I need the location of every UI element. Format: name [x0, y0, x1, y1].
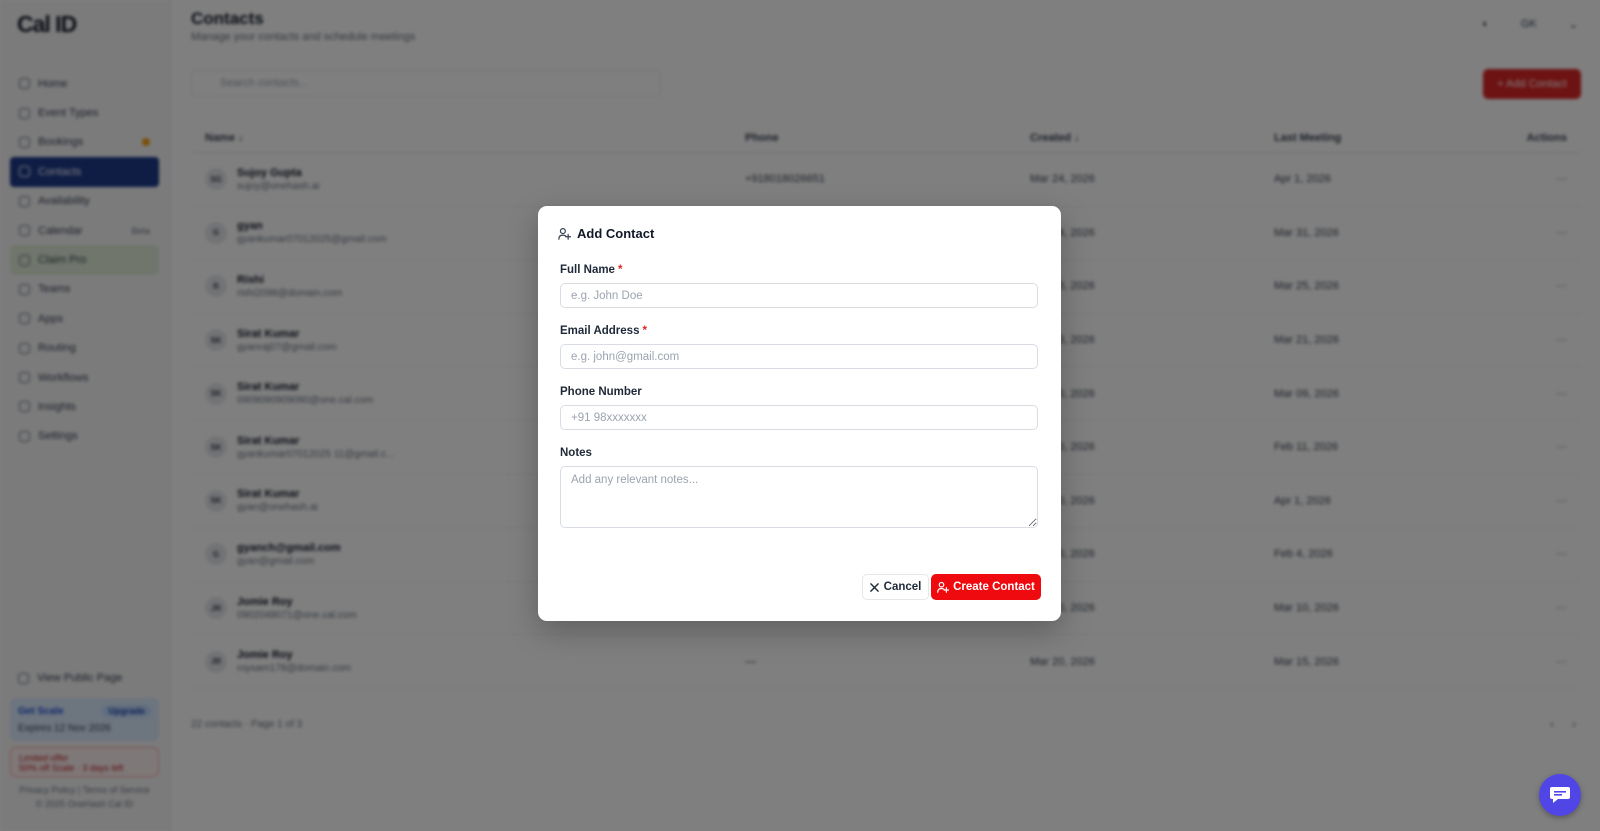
close-icon	[869, 582, 879, 592]
full-name-label: Full Name *	[560, 264, 623, 276]
notes-field-group: Notes	[560, 447, 1038, 533]
required-marker: *	[642, 325, 647, 337]
cancel-button[interactable]: Cancel	[862, 574, 929, 600]
create-contact-button[interactable]: Create Contact	[931, 574, 1041, 600]
chat-button[interactable]	[1539, 774, 1581, 816]
full-name-input[interactable]	[560, 283, 1038, 308]
user-plus-icon	[937, 581, 950, 593]
dialog-header: Add Contact	[558, 226, 654, 241]
email-field-group: Email Address *	[560, 325, 1038, 369]
email-input[interactable]	[560, 344, 1038, 369]
notes-textarea[interactable]	[560, 466, 1038, 528]
required-marker: *	[617, 264, 623, 276]
email-label: Email Address *	[560, 325, 647, 337]
phone-label: Phone Number	[560, 386, 642, 398]
user-plus-icon	[558, 228, 571, 240]
full-name-field-group: Full Name *	[560, 264, 1038, 308]
notes-label: Notes	[560, 447, 592, 459]
dialog-title: Add Contact	[577, 226, 655, 241]
chat-bubble-icon	[1550, 787, 1570, 803]
phone-input[interactable]	[560, 405, 1038, 430]
phone-field-group: Phone Number	[560, 386, 1038, 430]
add-contact-dialog: Add Contact Full Name* Email Address* Ph…	[538, 206, 1061, 621]
